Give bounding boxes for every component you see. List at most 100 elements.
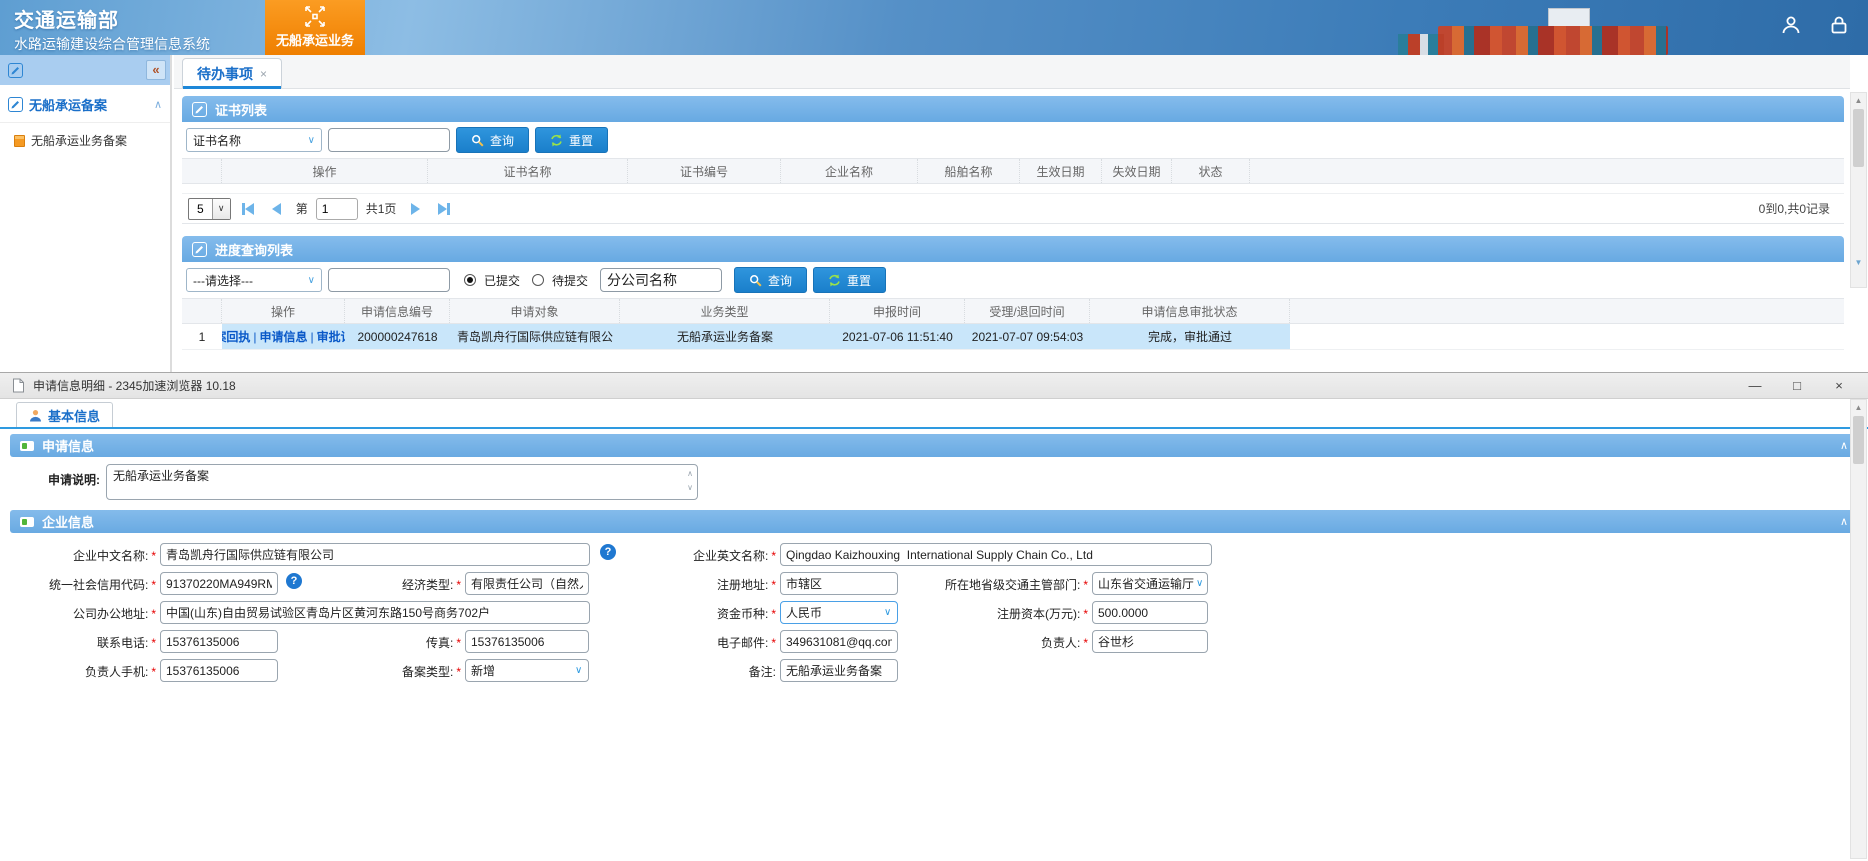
last-page-button[interactable]	[438, 202, 451, 215]
record-type-select[interactable]	[465, 659, 589, 682]
application-info-link[interactable]: 申请信息	[260, 328, 308, 345]
business-module-tab[interactable]: 无船承运业务	[265, 0, 365, 55]
row-submit-time: 2021-07-06 11:51:40	[830, 324, 965, 349]
progress-table-row[interactable]: 1 备案回执|申请信息|审批详情 200000247618 青岛凯舟行国际供应链…	[182, 324, 1844, 350]
page-number-input[interactable]	[315, 197, 358, 220]
certificate-table-empty	[182, 184, 1844, 194]
progress-filter-value: ---请选择---	[193, 273, 253, 288]
tab-basic-info[interactable]: 基本信息	[16, 402, 114, 427]
tab-basic-info-label: 基本信息	[48, 408, 101, 424]
maximize-button[interactable]: □	[1780, 374, 1814, 398]
chevron-down-icon: ∨	[307, 274, 315, 286]
page-size-value: 5	[197, 201, 204, 216]
company-info-section-header: 企业信息 ∧	[10, 510, 1858, 533]
receipt-link[interactable]: 备案回执	[222, 328, 250, 345]
first-page-button[interactable]	[241, 202, 254, 215]
record-type-label: 备案类型: *	[401, 665, 461, 679]
section-fold-icon[interactable]: ∧	[1840, 515, 1848, 528]
filler-cell	[1290, 324, 1844, 349]
row-app-no: 200000247618	[345, 324, 450, 349]
search-icon	[472, 134, 484, 147]
office-addr-input[interactable]	[160, 601, 590, 624]
branch-company-input[interactable]	[600, 268, 723, 292]
section-fold-icon[interactable]: ∧	[1840, 439, 1848, 452]
main-scrollbar[interactable]: ▲ ▼	[1850, 92, 1867, 288]
authority-select[interactable]	[1092, 572, 1208, 595]
lock-icon[interactable]	[1828, 14, 1850, 36]
page-size-select[interactable]: 5 ∨	[188, 197, 231, 220]
econ-type-input[interactable]	[465, 572, 589, 595]
credit-code-input[interactable]	[160, 572, 278, 595]
certificate-filter-select[interactable]: 证书名称 ∨	[186, 128, 322, 152]
search-icon	[750, 274, 762, 287]
apply-description-textarea[interactable]: 无船承运业务备案	[106, 464, 698, 500]
app-title: 交通运输部	[14, 10, 119, 32]
reg-addr-label: 注册地址: *	[716, 578, 776, 592]
mobile-input[interactable]	[160, 659, 278, 682]
capital-input[interactable]	[1092, 601, 1208, 624]
edit-icon	[192, 101, 207, 117]
required-mark: *	[151, 578, 156, 592]
certificate-search-button[interactable]: 查询	[456, 127, 530, 153]
section-fold-icon[interactable]: ∧	[154, 98, 162, 111]
cn-name-input[interactable]	[160, 543, 590, 566]
radio-submitted[interactable]	[464, 274, 476, 286]
fax-input[interactable]	[465, 630, 589, 653]
close-button[interactable]: ×	[1822, 374, 1856, 398]
certificate-panel-title: 证书列表	[215, 102, 268, 118]
progress-reset-button[interactable]: 重置	[813, 267, 887, 293]
form-row-2: 统一社会信用代码:* ? 经济类型:* 注册地址:* 所在地省级交通主管部门:*…	[0, 570, 1868, 599]
row-status: 完成，审批通过	[1090, 324, 1290, 349]
en-name-label: 企业英文名称: *	[692, 549, 776, 563]
scroll-up-icon[interactable]: ▲	[1851, 400, 1866, 415]
scrollbar-thumb[interactable]	[1853, 109, 1864, 167]
textarea-scroll-arrows[interactable]: ∧ ∨	[684, 467, 696, 495]
modal-tab-bar: 基本信息	[0, 402, 1868, 429]
minimize-button[interactable]: —	[1738, 374, 1772, 398]
progress-search-input[interactable]	[328, 268, 450, 292]
reset-icon	[829, 274, 840, 286]
spin-up-icon[interactable]: ∧	[687, 467, 693, 481]
remark-input[interactable]	[780, 659, 898, 682]
user-icon[interactable]	[1780, 14, 1802, 36]
sidebar-collapse-button[interactable]: «	[146, 60, 166, 80]
sidebar-section-nvocc[interactable]: 无船承运备案 ∧	[0, 85, 170, 123]
column-header: 船舶名称	[918, 159, 1020, 183]
en-name-input[interactable]	[780, 543, 1212, 566]
certificate-search-input[interactable]	[328, 128, 450, 152]
person-icon	[30, 409, 41, 421]
phone-input[interactable]	[160, 630, 278, 653]
tab-todo[interactable]: 待办事项 ×	[182, 58, 283, 89]
scrollbar-thumb[interactable]	[1853, 416, 1864, 464]
scroll-up-icon[interactable]: ▲	[1851, 93, 1866, 108]
progress-search-button[interactable]: 查询	[734, 267, 808, 293]
required-mark: *	[1083, 578, 1088, 592]
sidebar-section-label: 无船承运备案	[29, 98, 108, 113]
radio-pending[interactable]	[532, 274, 545, 286]
reset-icon	[551, 134, 562, 146]
certificate-reset-button[interactable]: 重置	[535, 127, 609, 153]
progress-panel: 进度查询列表 ---请选择--- ∨ 已提交 待提交 分公司名称 查询 重置 操…	[182, 236, 1844, 350]
scroll-down-icon[interactable]: ▼	[1851, 255, 1866, 270]
edit-icon	[8, 97, 23, 112]
certificate-panel: 证书列表 证书名称 ∨ 查询 重置 操作 证书名称 证书编号 企业名称 船舶名称…	[182, 96, 1844, 224]
approval-detail-link[interactable]: 审批详情	[317, 328, 345, 345]
row-applicant: 青岛凯舟行国际供应链有限公	[450, 324, 620, 349]
spin-down-icon[interactable]: ∨	[687, 481, 693, 495]
column-header: 证书编号	[628, 159, 781, 183]
modal-scrollbar[interactable]: ▲	[1850, 399, 1867, 859]
required-mark: *	[151, 636, 156, 650]
edit-icon	[8, 62, 23, 78]
manager-input[interactable]	[1092, 630, 1208, 653]
radio-pending-label: 待提交	[552, 273, 589, 288]
progress-filter-select[interactable]: ---请选择--- ∨	[186, 268, 322, 292]
window-title-bar[interactable]: 申请信息明细 - 2345加速浏览器 10.18 — □ ×	[0, 373, 1868, 399]
cn-name-label: 企业中文名称: *	[72, 549, 156, 563]
page-total-label: 共1页	[365, 202, 397, 216]
row-accept-time: 2021-07-07 09:54:03	[965, 324, 1090, 349]
prev-page-button[interactable]	[271, 202, 281, 215]
index-column	[182, 159, 222, 183]
tab-close-icon[interactable]: ×	[260, 67, 267, 81]
next-page-button[interactable]	[411, 202, 421, 215]
sidebar-item-nvocc-filing[interactable]: 无船承运业务备案	[0, 123, 170, 155]
